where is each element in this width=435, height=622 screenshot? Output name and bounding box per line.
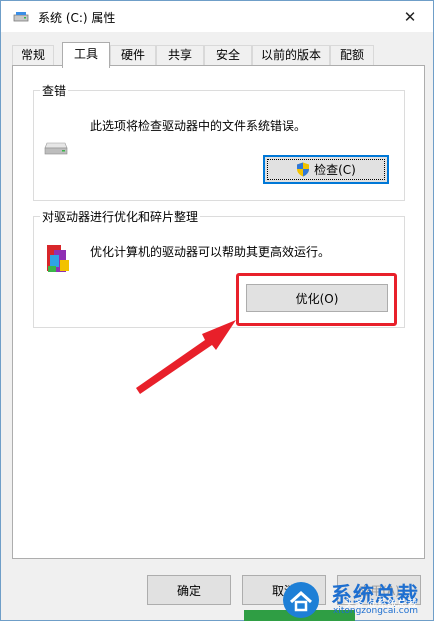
apply-button[interactable]: 应用(A): [337, 575, 421, 605]
check-button-label: 检查(C): [314, 163, 356, 177]
optimize-button-label: 优化(O): [295, 291, 339, 306]
green-strip: [244, 610, 355, 621]
properties-window: 系统 (C:) 属性 ✕ 常规 工具 硬件 共享 安全 以前的版本 配额 查错 …: [0, 0, 434, 621]
optimize-group: 对驱动器进行优化和碎片整理 优化计算机的驱动器可以帮助其更高效运行。 优化(O): [33, 208, 405, 328]
tools-panel: 查错 此选项将检查驱动器中的文件系统错误。 检查(C) 对驱动器进行优化和碎片整…: [12, 65, 425, 559]
error-check-group: 查错 此选项将检查驱动器中的文件系统错误。 检查(C): [33, 82, 405, 201]
drive-icon: [44, 142, 68, 155]
tab-previous-versions[interactable]: 以前的版本: [252, 45, 330, 66]
apply-button-label: 应用(A): [358, 583, 400, 598]
ok-button-label: 确定: [176, 583, 201, 598]
optimize-button[interactable]: 优化(O): [246, 284, 388, 312]
drive-title-icon: [13, 12, 29, 22]
window-title: 系统 (C:) 属性: [38, 11, 116, 25]
cancel-button-label: 取消: [271, 583, 296, 598]
tab-sharing[interactable]: 共享: [156, 45, 204, 66]
dialog-footer: 确定 取消 应用(A): [1, 559, 433, 620]
close-icon: ✕: [403, 7, 417, 26]
cancel-button[interactable]: 取消: [242, 575, 326, 605]
optimize-title: 对驱动器进行优化和碎片整理: [40, 208, 201, 225]
shield-icon: [297, 162, 310, 177]
tab-tools[interactable]: 工具: [62, 42, 110, 68]
defrag-icon: [47, 245, 69, 272]
close-button[interactable]: ✕: [387, 1, 433, 32]
title-bar[interactable]: 系统 (C:) 属性 ✕: [1, 1, 433, 32]
check-button[interactable]: 检查(C): [263, 155, 389, 184]
tab-general[interactable]: 常规: [12, 45, 54, 66]
error-check-title: 查错: [40, 82, 69, 99]
optimize-description: 优化计算机的驱动器可以帮助其更高效运行。: [90, 245, 331, 259]
error-check-description: 此选项将检查驱动器中的文件系统错误。: [90, 119, 307, 133]
tab-quota[interactable]: 配额: [330, 45, 374, 66]
tab-hardware[interactable]: 硬件: [110, 45, 156, 66]
tab-security[interactable]: 安全: [204, 45, 252, 66]
ok-button[interactable]: 确定: [147, 575, 231, 605]
